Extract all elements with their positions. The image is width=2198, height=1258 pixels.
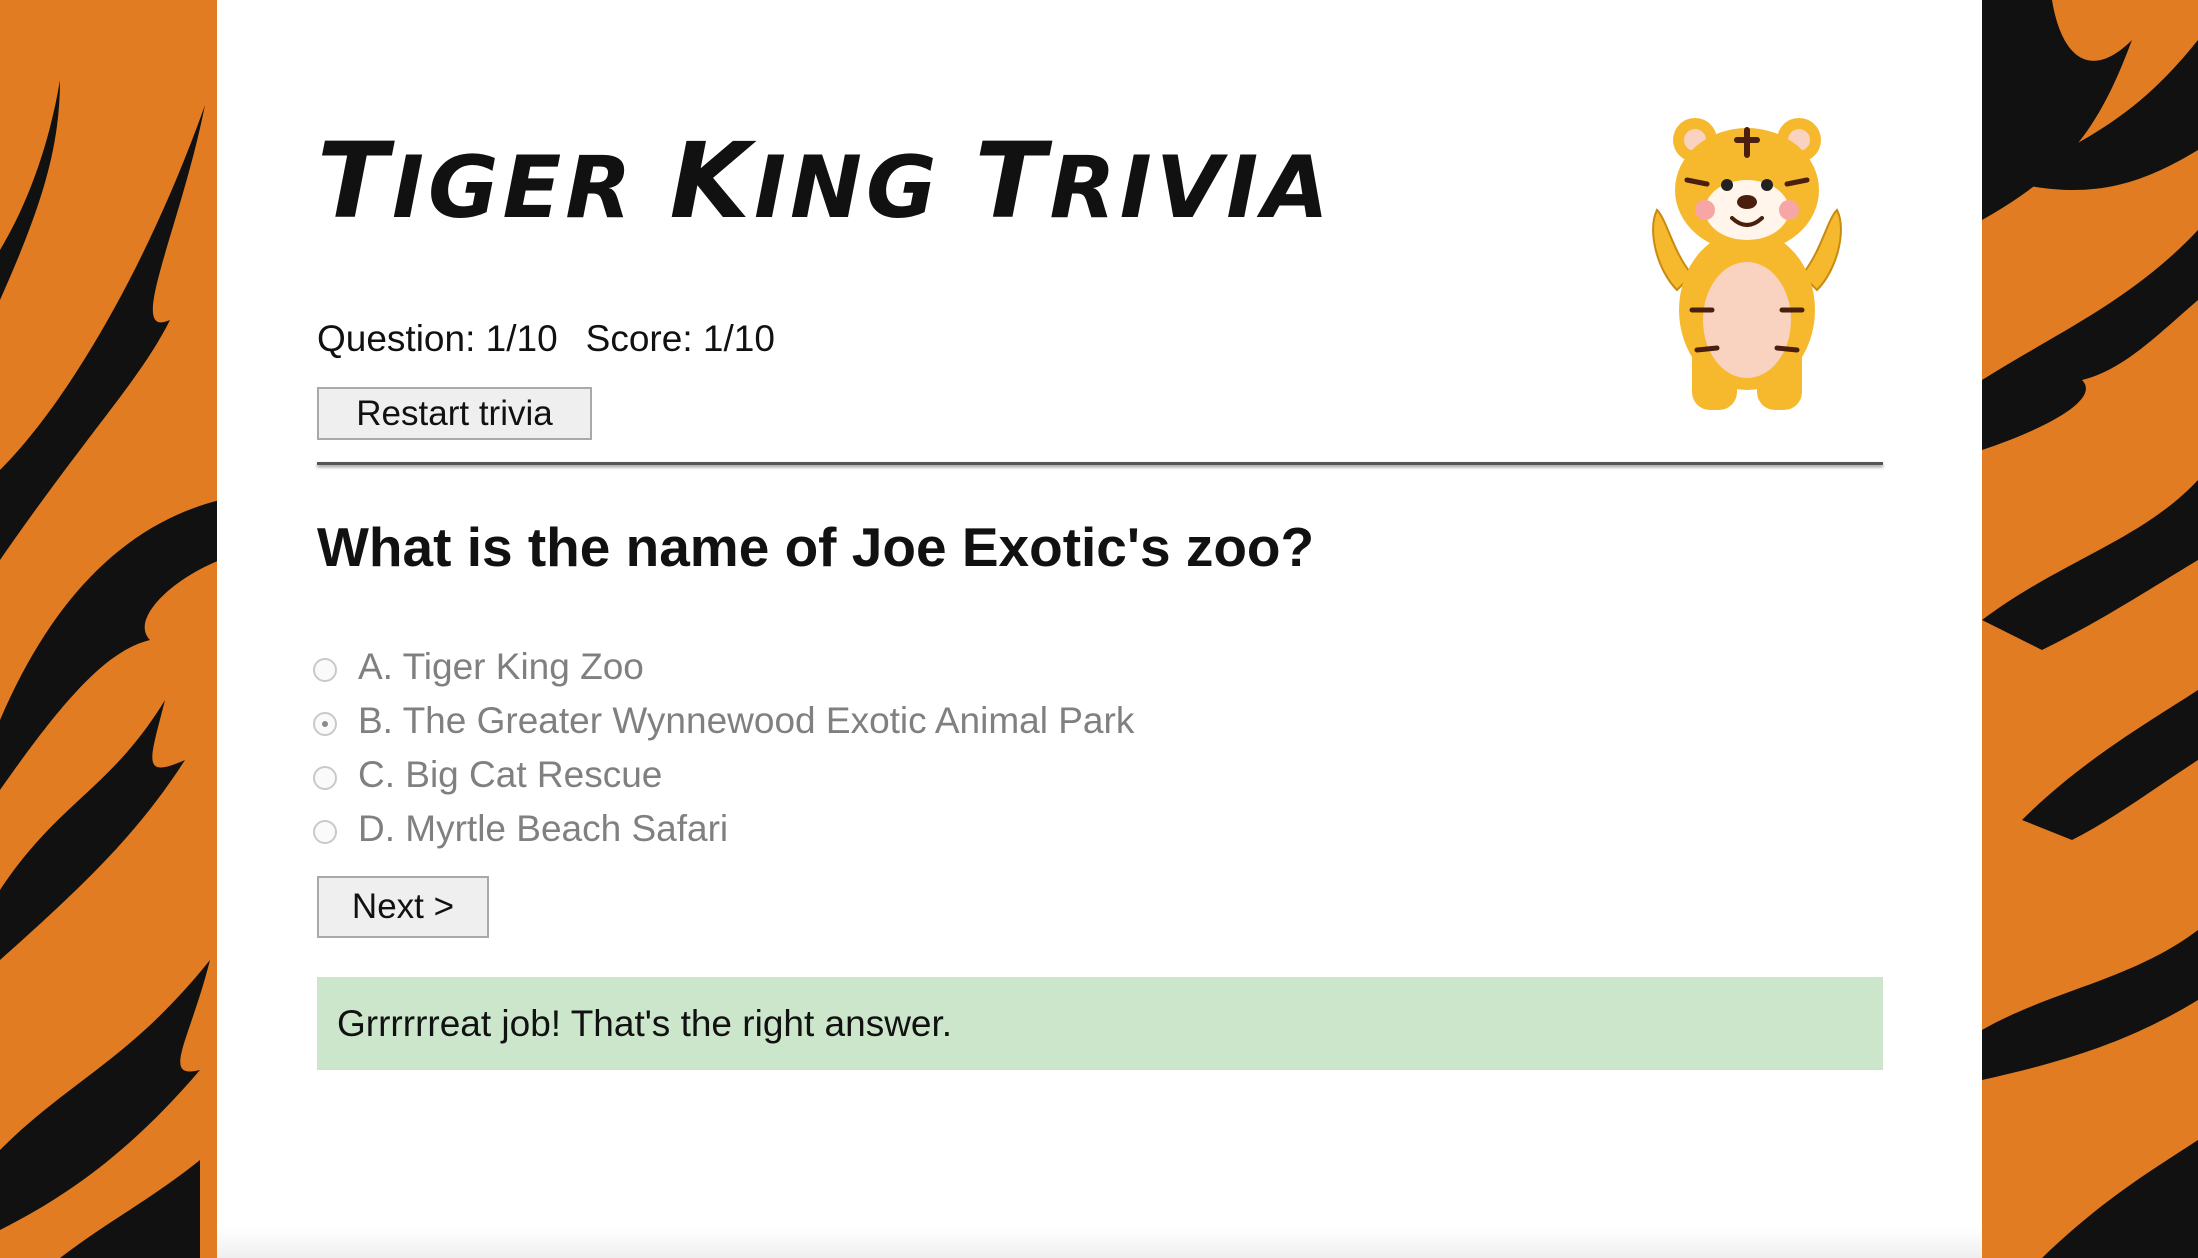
feedback-message: Grrrrrreat job! That's the right answer. [317, 977, 1883, 1070]
answer-label-a: A. Tiger King Zoo [358, 646, 644, 687]
radio-d[interactable] [313, 820, 337, 844]
answer-label-d: D. Myrtle Beach Safari [358, 808, 729, 849]
question-counter: Question: 1/10 [317, 318, 558, 359]
page-title: TIGER KING TRIVIA [317, 120, 1333, 242]
answer-option-a[interactable]: A. Tiger King Zoo [313, 640, 1134, 694]
tiger-stripes-left [0, 80, 220, 1258]
radio-c[interactable] [313, 766, 337, 790]
answer-option-c[interactable]: C. Big Cat Rescue [313, 748, 1134, 802]
tiger-mascot-icon [1652, 118, 1842, 410]
answer-option-d[interactable]: D. Myrtle Beach Safari [313, 802, 1134, 856]
quiz-status: Question: 1/10 Score: 1/10 [317, 318, 775, 360]
radio-b[interactable] [313, 712, 337, 736]
next-button[interactable]: Next > [317, 876, 489, 938]
question-text: What is the name of Joe Exotic's zoo? [317, 516, 1315, 578]
answer-label-c: C. Big Cat Rescue [358, 754, 663, 795]
radio-a[interactable] [313, 658, 337, 682]
tiger-stripes-right [1982, 0, 2198, 1258]
answer-label-b: B. The Greater Wynnewood Exotic Animal P… [358, 700, 1135, 741]
score-counter: Score: 1/10 [585, 318, 775, 359]
restart-button[interactable]: Restart trivia [317, 387, 592, 440]
answer-option-b[interactable]: B. The Greater Wynnewood Exotic Animal P… [313, 694, 1134, 748]
divider [317, 462, 1883, 465]
answer-options: A. Tiger King Zoo B. The Greater Wynnewo… [313, 640, 1134, 856]
bottom-shade [217, 1228, 1982, 1258]
trivia-panel: TIGER KING TRIVIA Question: 1/10 Score: … [217, 0, 1982, 1258]
